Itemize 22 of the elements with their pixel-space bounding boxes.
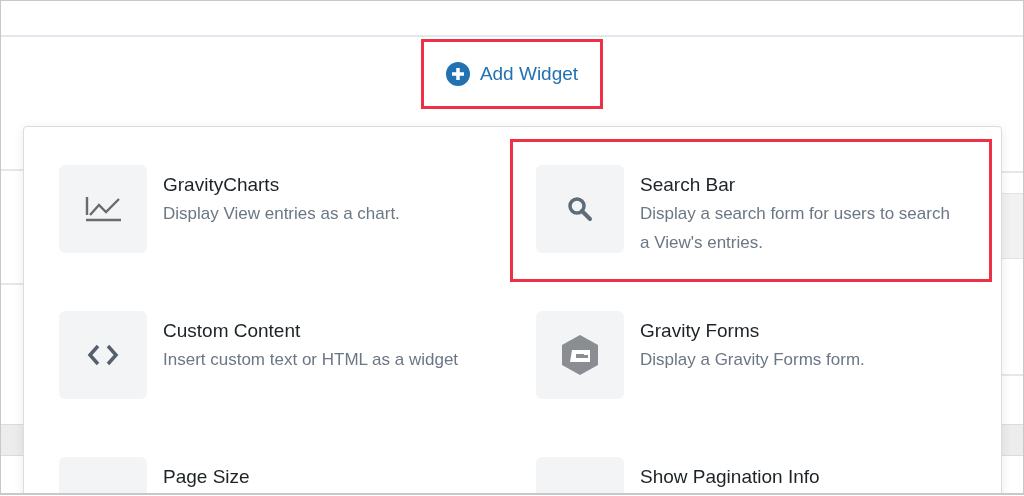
widget-title: GravityCharts <box>163 173 281 197</box>
plus-circle-icon <box>445 62 470 86</box>
widget-option[interactable]: GravityCharts Display View entries as a chart. <box>33 139 510 282</box>
hexagon-logo-icon <box>561 334 599 376</box>
widget-title: Gravity Forms <box>640 319 761 343</box>
widget-title: Search Bar <box>640 173 737 197</box>
widget-title: Custom Content <box>163 319 302 343</box>
add-widget-button[interactable]: Add Widget <box>420 39 604 109</box>
widget-option[interactable]: Page Size <box>33 431 510 493</box>
search-icon <box>566 195 594 223</box>
widget-title: Show Pagination Info <box>640 465 820 489</box>
widget-description: Display View entries as a chart. <box>163 203 401 225</box>
line-chart-icon <box>84 195 122 223</box>
widget-title: Page Size <box>163 465 250 489</box>
widget-description: Display a Gravity Forms form. <box>640 349 866 371</box>
widget-option[interactable]: Show Pagination Info <box>510 431 992 493</box>
widget-option[interactable]: Search Bar Display a search form for users to search a View's entries. <box>510 139 992 282</box>
widget-option[interactable]: Custom Content Insert custom text or HTML as a widget <box>33 285 510 428</box>
widget-description: Display a search form for users to search a View's entries. <box>640 203 951 254</box>
widget-option[interactable]: Gravity Forms Display a Gravity Forms form. <box>510 285 992 428</box>
code-icon <box>87 344 119 366</box>
widget-description: Insert custom text or HTML as a widget <box>163 349 460 371</box>
